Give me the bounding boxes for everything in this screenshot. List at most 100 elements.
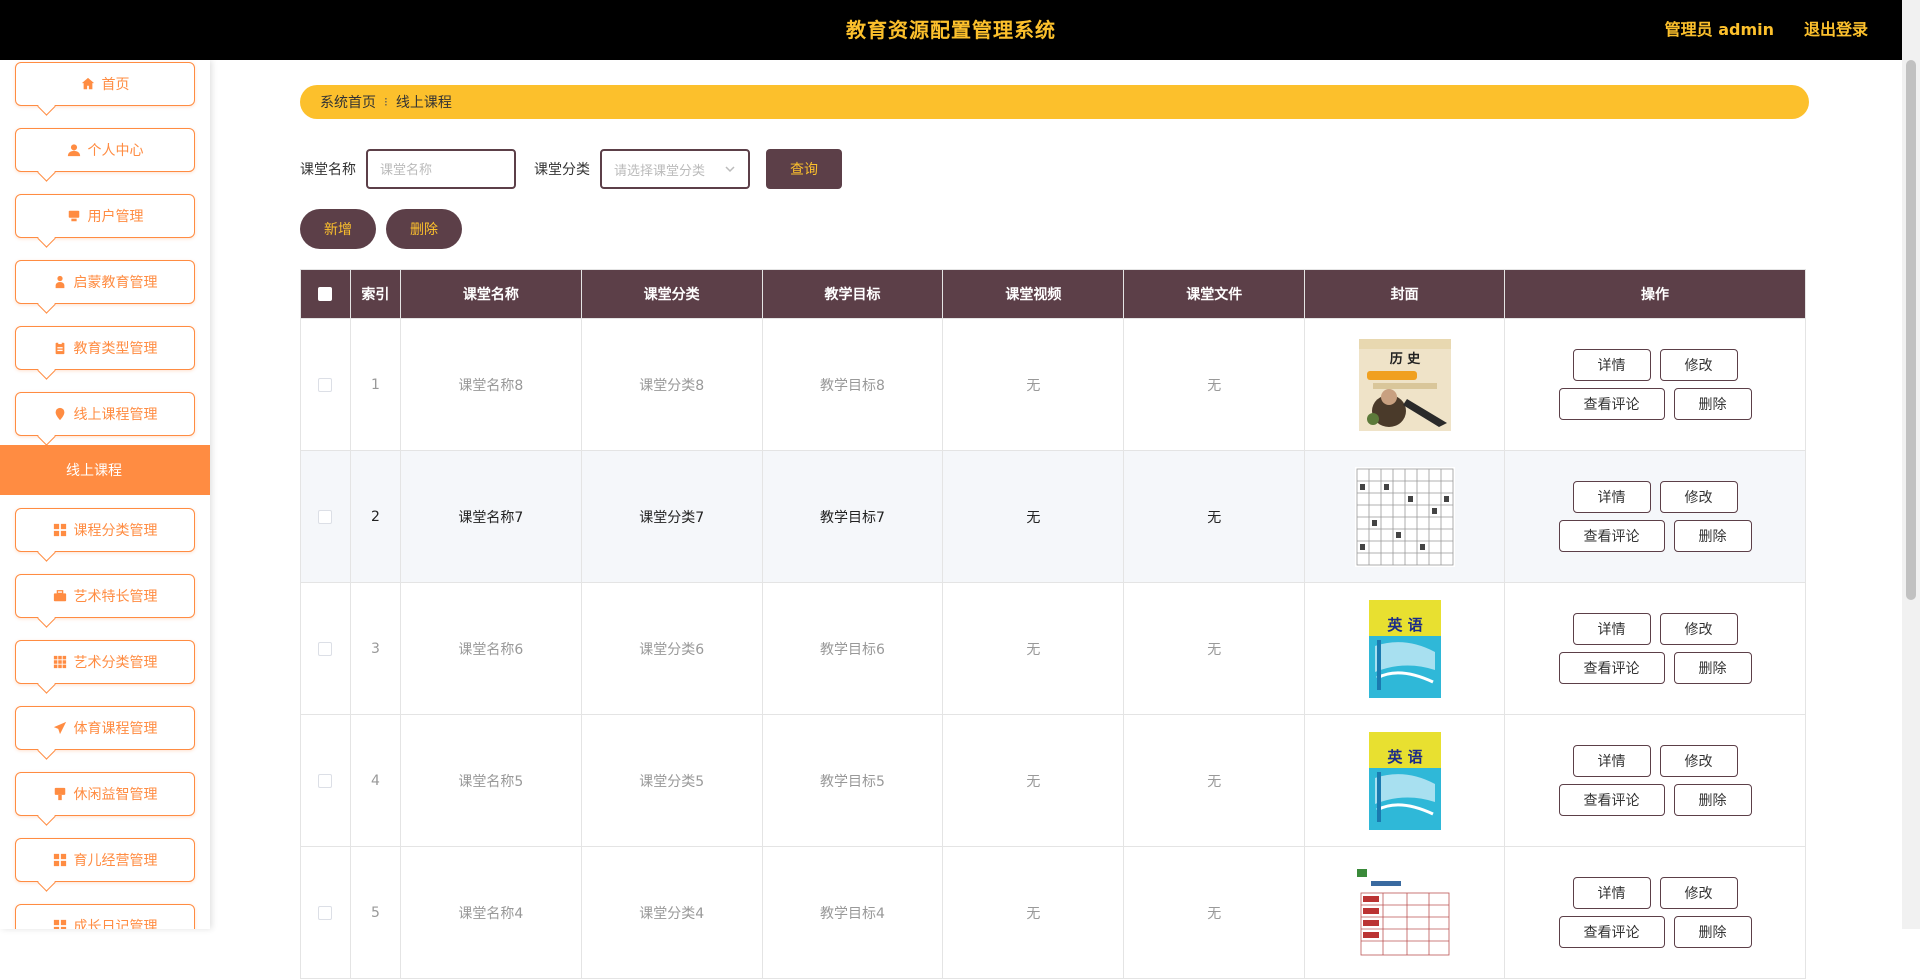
cell-category: 课堂分类5: [580, 714, 763, 847]
grid-icon: [53, 523, 66, 537]
row-checkbox[interactable]: [318, 509, 333, 524]
sidebar-item-profile[interactable]: 个人中心: [15, 128, 195, 172]
delete-button[interactable]: 删除: [1673, 784, 1752, 816]
edit-button[interactable]: 修改: [1659, 613, 1738, 645]
chevron-down-icon: [725, 166, 735, 173]
cell-ops: 详情 修改 查看评论 删除: [1504, 318, 1806, 451]
app-title: 教育资源配置管理系统: [846, 18, 1056, 42]
cell-cover: 历 史: [1304, 318, 1506, 451]
query-button[interactable]: 查询: [766, 149, 842, 189]
delete-button[interactable]: 删除: [1673, 388, 1752, 420]
cell-name: 课堂名称5: [399, 714, 582, 847]
select-all-checkbox[interactable]: [318, 287, 333, 301]
admin-label: 管理员 admin: [1664, 20, 1774, 39]
cell-name: 课堂名称8: [399, 318, 582, 451]
table-row: 4 课堂名称5 课堂分类5 教学目标5 无 无 英 语 详情 修改 查看评论 删…: [300, 714, 1806, 847]
sidebar-item-sports[interactable]: 体育课程管理: [15, 706, 195, 750]
add-button[interactable]: 新增: [300, 209, 376, 249]
column-header: 课堂分类: [580, 269, 763, 319]
logout-link[interactable]: 退出登录: [1804, 0, 1868, 60]
cover-image-history-book: 历 史: [1358, 338, 1451, 431]
delete-button[interactable]: 删除: [1673, 916, 1752, 948]
cell-index: 2: [349, 450, 401, 583]
breadcrumb-separator: ⁝: [384, 95, 388, 109]
pin-icon: [55, 407, 64, 421]
select-all-cell: [300, 269, 351, 319]
detail-button[interactable]: 详情: [1572, 877, 1651, 909]
batch-delete-button[interactable]: 删除: [386, 209, 462, 249]
table-row: 3 课堂名称6 课堂分类6 教学目标6 无 无 英 语 详情 修改 查看评论 删…: [300, 582, 1806, 715]
detail-button[interactable]: 详情: [1572, 745, 1651, 777]
edit-button[interactable]: 修改: [1659, 877, 1738, 909]
cell-goal: 教学目标8: [761, 318, 944, 451]
cell-video: 无: [942, 450, 1125, 583]
course-name-input[interactable]: [366, 149, 516, 189]
cell-file: 无: [1123, 318, 1306, 451]
row-checkbox[interactable]: [318, 905, 333, 920]
sidebar-item-course-category[interactable]: 课程分类管理: [15, 508, 195, 552]
sidebar-item-home[interactable]: 首页: [15, 62, 195, 106]
cell-ops: 详情 修改 查看评论 删除: [1504, 714, 1806, 847]
edit-button[interactable]: 修改: [1659, 481, 1738, 513]
cell-goal: 教学目标5: [761, 714, 944, 847]
monitor-icon: [68, 210, 79, 222]
view-comments-button[interactable]: 查看评论: [1558, 652, 1665, 684]
top-bar: 教育资源配置管理系统 管理员 admin 退出登录: [0, 0, 1902, 60]
column-header: 教学目标: [761, 269, 944, 319]
course-category-select[interactable]: 请选择课堂分类: [600, 149, 750, 189]
cell-file: 无: [1123, 846, 1306, 979]
cell-name: 课堂名称7: [399, 450, 582, 583]
detail-button[interactable]: 详情: [1572, 481, 1651, 513]
column-header: 索引: [349, 269, 401, 319]
cell-file: 无: [1123, 450, 1306, 583]
sidebar-item-edu-type[interactable]: 教育类型管理: [15, 326, 195, 370]
cell-ops: 详情 修改 查看评论 删除: [1504, 846, 1806, 979]
column-header: 课堂文件: [1123, 269, 1306, 319]
view-comments-button[interactable]: 查看评论: [1558, 520, 1665, 552]
search-bar: 课堂名称 课堂分类 请选择课堂分类 查询: [300, 149, 842, 189]
sidebar-item-online-course[interactable]: 线上课程管理: [15, 392, 195, 436]
sidebar-item-diary[interactable]: 成长日记管理: [15, 904, 195, 929]
english-cover-title: 英 语: [1387, 616, 1422, 634]
edit-button[interactable]: 修改: [1659, 745, 1738, 777]
row-checkbox[interactable]: [318, 773, 333, 788]
sidebar-sub-online-course[interactable]: 线上课程: [0, 445, 210, 495]
detail-button[interactable]: 详情: [1572, 613, 1651, 645]
column-header: 课堂名称: [399, 269, 582, 319]
cell-name: 课堂名称4: [399, 846, 582, 979]
table-row: 2 课堂名称7 课堂分类7 教学目标7 无 无 详情 修改 查看评论 删除: [300, 450, 1806, 583]
cell-category: 课堂分类4: [580, 846, 763, 979]
view-comments-button[interactable]: 查看评论: [1558, 388, 1665, 420]
sidebar-item-users[interactable]: 用户管理: [15, 194, 195, 238]
scrollbar-thumb[interactable]: [1906, 60, 1916, 600]
clipboard-icon: [55, 341, 64, 355]
cell-cover: [1304, 450, 1506, 583]
view-comments-button[interactable]: 查看评论: [1558, 916, 1665, 948]
cell-cover: 英 语: [1304, 582, 1506, 715]
page-scrollbar[interactable]: [1902, 0, 1920, 929]
sidebar-item-enlightenment[interactable]: 启蒙教育管理: [15, 260, 195, 304]
sidebar-item-parenting[interactable]: 育儿经营管理: [15, 838, 195, 882]
cell-video: 无: [942, 318, 1125, 451]
sidebar-item-art-talent[interactable]: 艺术特长管理: [15, 574, 195, 618]
row-checkbox[interactable]: [318, 377, 333, 392]
course-category-label: 课堂分类: [534, 162, 590, 178]
cell-name: 课堂名称6: [399, 582, 582, 715]
delete-button[interactable]: 删除: [1673, 520, 1752, 552]
view-comments-button[interactable]: 查看评论: [1558, 784, 1665, 816]
sidebar-item-art-category[interactable]: 艺术分类管理: [15, 640, 195, 684]
cell-index: 5: [349, 846, 401, 979]
row-checkbox[interactable]: [318, 641, 333, 656]
cell-file: 无: [1123, 714, 1306, 847]
breadcrumb: 系统首页 ⁝ 线上课程: [300, 85, 1809, 119]
edit-button[interactable]: 修改: [1659, 349, 1738, 381]
cell-video: 无: [942, 714, 1125, 847]
column-header: 操作: [1504, 269, 1806, 319]
detail-button[interactable]: 详情: [1572, 349, 1651, 381]
sidebar-item-leisure[interactable]: 休闲益智管理: [15, 772, 195, 816]
breadcrumb-home[interactable]: 系统首页: [320, 92, 376, 112]
cover-image-english-book: 英 语: [1368, 599, 1441, 698]
cell-goal: 教学目标7: [761, 450, 944, 583]
delete-button[interactable]: 删除: [1673, 652, 1752, 684]
cell-category: 课堂分类6: [580, 582, 763, 715]
